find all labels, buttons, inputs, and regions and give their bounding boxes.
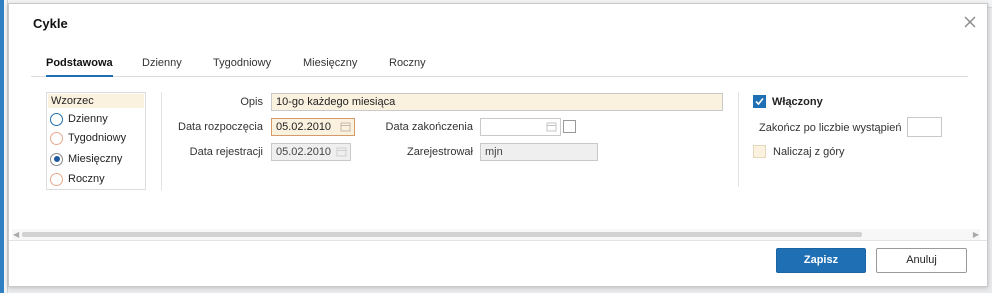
calendar-icon <box>336 147 347 157</box>
charge-ahead-checkbox[interactable] <box>753 145 766 158</box>
registered-by-label: Zarejestrował <box>406 146 473 158</box>
enabled-checkbox[interactable] <box>753 95 766 108</box>
description-field[interactable]: 10-go każdego miesiąca <box>271 93 723 111</box>
radio-dzienny[interactable]: Dzienny <box>50 112 108 126</box>
radio-miesieczny[interactable]: Miesięczny <box>50 152 122 166</box>
footer-divider <box>9 240 987 241</box>
options-divider <box>738 92 739 187</box>
start-date-value: 05.02.2010 <box>276 121 332 133</box>
end-date-label: Data zakończenia <box>385 121 473 133</box>
tab-tygodniowy[interactable]: Tygodniowy <box>213 56 271 77</box>
charge-ahead-label: Naliczaj z góry <box>773 146 845 158</box>
cycles-dialog: Cykle Podstawowa Dzienny Tygodniowy Mies… <box>8 3 988 287</box>
scroll-left-icon[interactable]: ◀ <box>13 229 19 240</box>
registration-date-label: Data rejestracji <box>189 146 263 158</box>
description-label: Opis <box>240 96 263 108</box>
radio-roczny-circle[interactable] <box>50 172 63 186</box>
close-icon[interactable] <box>962 14 978 30</box>
radio-roczny-label: Roczny <box>68 173 105 185</box>
scroll-right-icon[interactable]: ▶ <box>973 229 979 240</box>
tab-dzienny[interactable]: Dzienny <box>142 56 182 77</box>
horizontal-scrollbar[interactable]: ◀ ▶ <box>12 229 980 240</box>
dialog-title: Cykle <box>33 16 68 31</box>
radio-dzienny-label: Dzienny <box>68 113 108 125</box>
radio-tygodniowy[interactable]: Tygodniowy <box>50 131 126 145</box>
end-date-field[interactable] <box>480 118 561 136</box>
radio-tygodniowy-circle[interactable] <box>50 131 63 145</box>
end-after-field[interactable] <box>907 117 942 137</box>
tab-bar: Podstawowa Dzienny Tygodniowy Miesięczny… <box>31 56 968 77</box>
radio-dzienny-circle[interactable] <box>50 112 63 126</box>
enabled-label: Włączony <box>772 96 823 108</box>
pattern-group: Wzorzec Dzienny Tygodniowy Miesięczny Ro… <box>46 92 146 190</box>
pattern-group-title: Wzorzec <box>48 94 144 108</box>
save-button[interactable]: Zapisz <box>776 248 866 273</box>
calendar-icon[interactable] <box>340 121 351 132</box>
radio-miesieczny-label: Miesięczny <box>68 153 123 165</box>
tab-miesieczny[interactable]: Miesięczny <box>303 56 357 77</box>
start-date-label: Data rozpoczęcia <box>178 121 263 133</box>
tab-roczny[interactable]: Roczny <box>389 56 426 77</box>
tab-podstawowa[interactable]: Podstawowa <box>46 56 113 77</box>
cancel-button[interactable]: Anuluj <box>876 248 967 273</box>
radio-miesieczny-circle[interactable] <box>50 152 63 166</box>
radio-roczny[interactable]: Roczny <box>50 172 105 186</box>
end-after-label: Zakończ po liczbie wystąpień <box>759 122 902 134</box>
radio-tygodniowy-label: Tygodniowy <box>68 132 127 144</box>
registered-by-field: mjn <box>480 143 598 161</box>
scrollbar-thumb[interactable] <box>22 232 862 237</box>
start-date-field[interactable]: 05.02.2010 <box>271 118 355 136</box>
checkmark-icon <box>755 97 764 106</box>
background-sidebar <box>0 0 8 293</box>
registration-date-value: 05.02.2010 <box>276 146 332 158</box>
registration-date-field: 05.02.2010 <box>271 143 351 161</box>
pattern-divider <box>161 92 162 190</box>
end-date-checkbox[interactable] <box>563 120 576 133</box>
calendar-icon[interactable] <box>546 121 557 132</box>
